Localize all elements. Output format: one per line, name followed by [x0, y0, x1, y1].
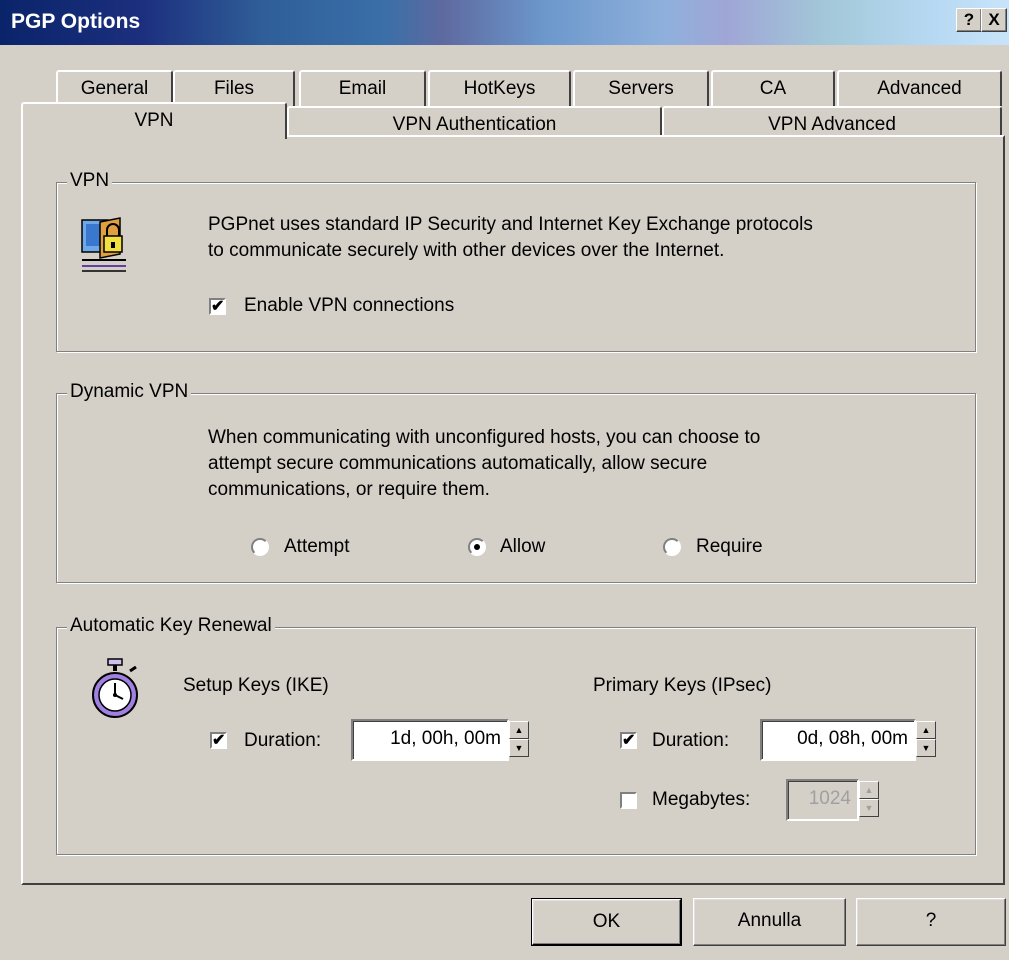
radio-attempt-label[interactable]: Attempt — [284, 536, 349, 558]
close-button[interactable]: X — [981, 8, 1007, 32]
radio-allow-label[interactable]: Allow — [500, 536, 545, 558]
tab-hotkeys[interactable]: HotKeys — [428, 70, 571, 106]
radio-require[interactable] — [663, 538, 681, 556]
setup-duration-checkbox[interactable]: ✔ — [210, 732, 227, 749]
setup-keys-heading: Setup Keys (IKE) — [183, 675, 329, 696]
setup-duration-down-button[interactable]: ▼ — [509, 739, 529, 757]
enable-vpn-label[interactable]: Enable VPN connections — [244, 295, 454, 317]
tab-servers[interactable]: Servers — [573, 70, 709, 106]
ok-button[interactable]: OK — [531, 898, 682, 946]
help-title-button[interactable]: ? — [956, 8, 982, 32]
setup-duration-field[interactable]: 1d, 00h, 00m — [351, 719, 509, 761]
megabytes-field[interactable]: 1024 — [786, 779, 859, 821]
title-bar[interactable]: PGP Options ? X — [0, 0, 1009, 45]
vpn-group — [56, 182, 976, 352]
cancel-button[interactable]: Annulla — [693, 898, 846, 946]
setup-duration-label[interactable]: Duration: — [244, 730, 321, 752]
dynamic-vpn-group-title: Dynamic VPN — [67, 381, 192, 403]
megabytes-down-button[interactable]: ▼ — [859, 799, 879, 817]
dynamic-description-line3: communications, or require them. — [208, 479, 490, 500]
dynamic-description-line1: When communicating with unconfigured hos… — [208, 427, 761, 448]
primary-keys-heading: Primary Keys (IPsec) — [593, 675, 772, 696]
primary-duration-checkbox[interactable]: ✔ — [620, 732, 637, 749]
tab-email[interactable]: Email — [299, 70, 426, 106]
megabytes-up-button[interactable]: ▲ — [859, 781, 879, 799]
tab-general[interactable]: General — [56, 70, 173, 106]
key-renewal-group-title: Automatic Key Renewal — [67, 615, 275, 637]
help-button[interactable]: ? — [856, 898, 1006, 946]
tab-advanced[interactable]: Advanced — [837, 70, 1002, 106]
enable-vpn-checkbox[interactable]: ✔ — [209, 298, 226, 315]
vpn-group-title: VPN — [67, 170, 113, 192]
window-title: PGP Options — [11, 10, 141, 33]
megabytes-checkbox[interactable] — [620, 792, 637, 809]
dynamic-description-line2: attempt secure communications automatica… — [208, 453, 708, 474]
radio-require-label[interactable]: Require — [696, 536, 763, 558]
setup-duration-up-button[interactable]: ▲ — [509, 721, 529, 739]
vpn-folder-lock-icon — [80, 214, 128, 274]
radio-attempt[interactable] — [251, 538, 269, 556]
tab-ca[interactable]: CA — [711, 70, 835, 106]
stopwatch-icon — [90, 657, 146, 721]
primary-duration-field[interactable]: 0d, 08h, 00m — [760, 719, 916, 761]
primary-duration-up-button[interactable]: ▲ — [916, 721, 936, 739]
vpn-description-line2: to communicate securely with other devic… — [208, 240, 725, 261]
primary-duration-label[interactable]: Duration: — [652, 730, 729, 752]
vpn-description-line1: PGPnet uses standard IP Security and Int… — [208, 214, 813, 235]
tab-vpn[interactable]: VPN — [21, 102, 287, 139]
megabytes-label[interactable]: Megabytes: — [652, 789, 750, 811]
primary-duration-down-button[interactable]: ▼ — [916, 739, 936, 757]
radio-allow[interactable] — [468, 538, 486, 556]
tab-files[interactable]: Files — [173, 70, 295, 106]
